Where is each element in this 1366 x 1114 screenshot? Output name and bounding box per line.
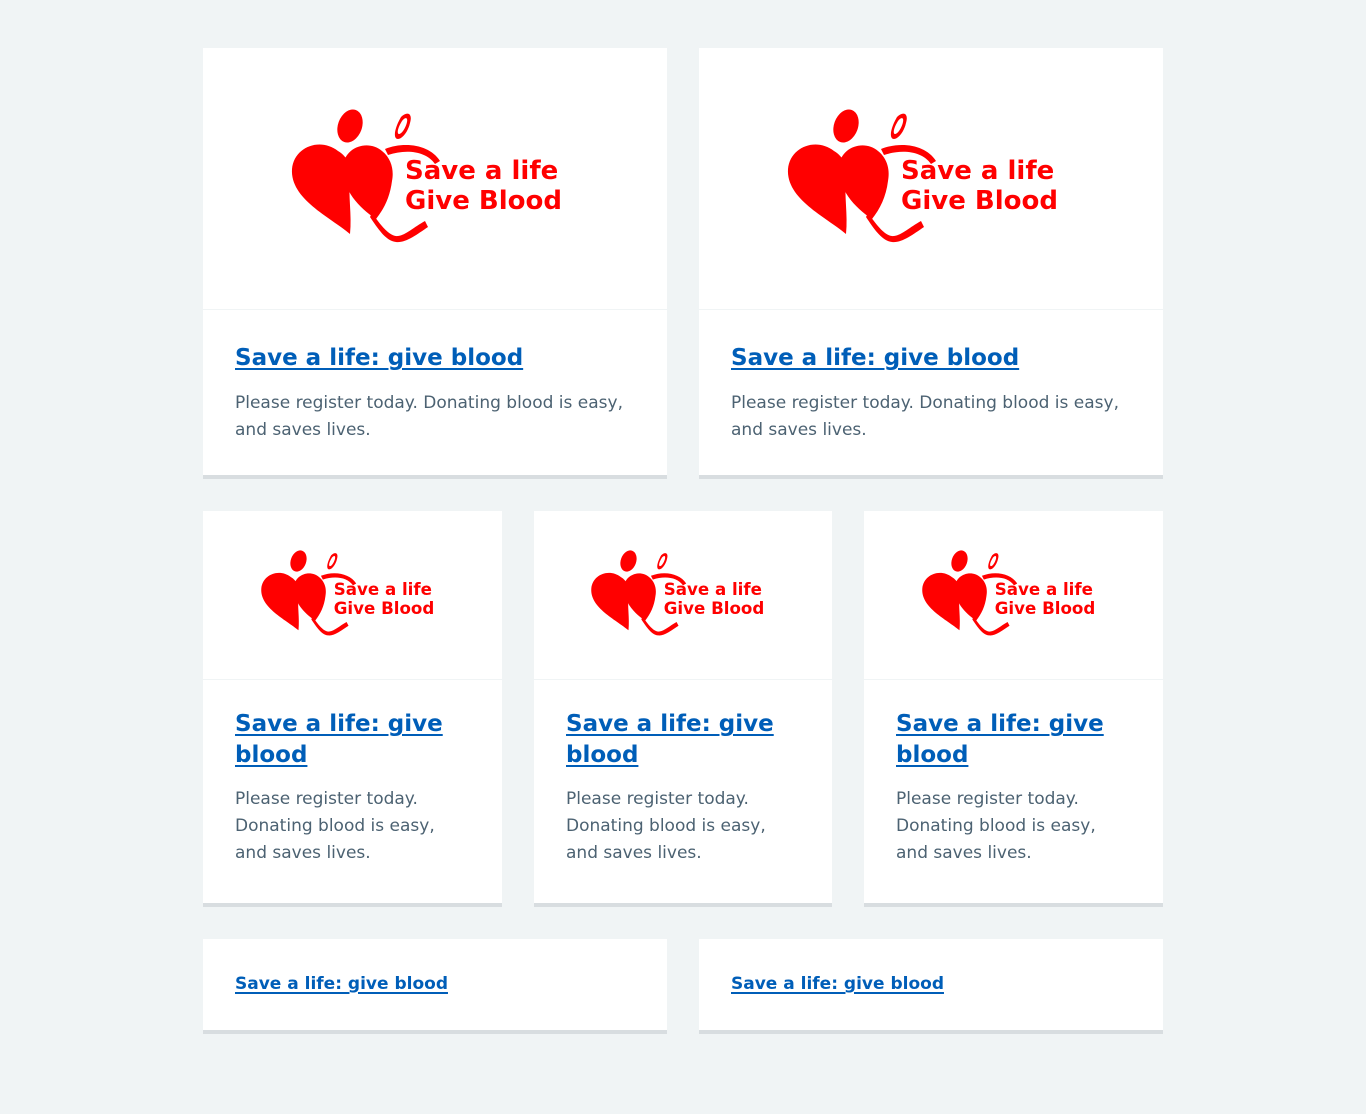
card-description: Please register today. Donating blood is…	[566, 789, 766, 863]
card-title-link[interactable]: Save a life: give blood	[731, 342, 1131, 374]
logo-text-line1: Save a life	[994, 580, 1092, 599]
card-image: Save a life Give Blood	[699, 48, 1163, 310]
card-body: Save a life: give blood	[203, 939, 667, 997]
logo-text-line2: Give Blood	[405, 186, 562, 216]
card-title-link[interactable]: Save a life: give blood	[235, 709, 470, 771]
card-examples-page: Save a life Give Blood Save a life: give…	[0, 0, 1366, 1114]
card: Save a life Give Blood Save a life: give…	[864, 511, 1163, 907]
card: Save a life Give Blood Save a life: give…	[699, 48, 1163, 479]
card-body: Save a life: give blood Please register …	[699, 310, 1163, 444]
card-description: Please register today. Donating blood is…	[235, 393, 623, 440]
logo-text-line1: Save a life	[901, 156, 1054, 186]
card: Save a life: give blood	[203, 939, 667, 1034]
card: Save a life Give Blood Save a life: give…	[534, 511, 832, 907]
card-title-link[interactable]: Save a life: give blood	[896, 709, 1131, 771]
card-row-small: Save a life: give blood Save a life: giv…	[203, 939, 1163, 1034]
give-blood-logo: Save a life Give Blood	[787, 109, 1058, 242]
card-description: Please register today. Donating blood is…	[235, 789, 435, 863]
logo-text-line2: Give Blood	[664, 599, 765, 618]
logo-text-line2: Give Blood	[333, 599, 434, 618]
give-blood-logo: Save a life Give Blood	[260, 550, 434, 636]
card-title-link[interactable]: Save a life: give blood	[731, 971, 1131, 997]
logo-text-line2: Give Blood	[901, 186, 1058, 216]
card-description: Please register today. Donating blood is…	[731, 393, 1119, 440]
card-body: Save a life: give blood Please register …	[203, 680, 502, 867]
logo-text-line1: Save a life	[664, 580, 762, 599]
card-body: Save a life: give blood	[699, 939, 1163, 997]
card-image: Save a life Give Blood	[534, 511, 832, 680]
card-image: Save a life Give Blood	[203, 48, 667, 310]
logo-text-line1: Save a life	[333, 580, 431, 599]
give-blood-logo: Save a life Give Blood	[591, 550, 765, 636]
card-row-medium: Save a life Give Blood Save a life: give…	[203, 511, 1163, 907]
logo-text-line1: Save a life	[405, 156, 558, 186]
card-row-large: Save a life Give Blood Save a life: give…	[203, 48, 1163, 479]
card-title-link[interactable]: Save a life: give blood	[235, 342, 635, 374]
card-body: Save a life: give blood Please register …	[534, 680, 832, 867]
card: Save a life Give Blood Save a life: give…	[203, 48, 667, 479]
card-title-link[interactable]: Save a life: give blood	[235, 971, 635, 997]
card: Save a life Give Blood Save a life: give…	[203, 511, 502, 907]
give-blood-logo: Save a life Give Blood	[921, 550, 1095, 636]
card-image: Save a life Give Blood	[864, 511, 1163, 680]
logo-text-line2: Give Blood	[994, 599, 1095, 618]
card-body: Save a life: give blood Please register …	[864, 680, 1163, 867]
card-image: Save a life Give Blood	[203, 511, 502, 680]
card-title-link[interactable]: Save a life: give blood	[566, 709, 800, 771]
card-body: Save a life: give blood Please register …	[203, 310, 667, 444]
card-description: Please register today. Donating blood is…	[896, 789, 1096, 863]
card: Save a life: give blood	[699, 939, 1163, 1034]
give-blood-logo: Save a life Give Blood	[291, 109, 562, 242]
